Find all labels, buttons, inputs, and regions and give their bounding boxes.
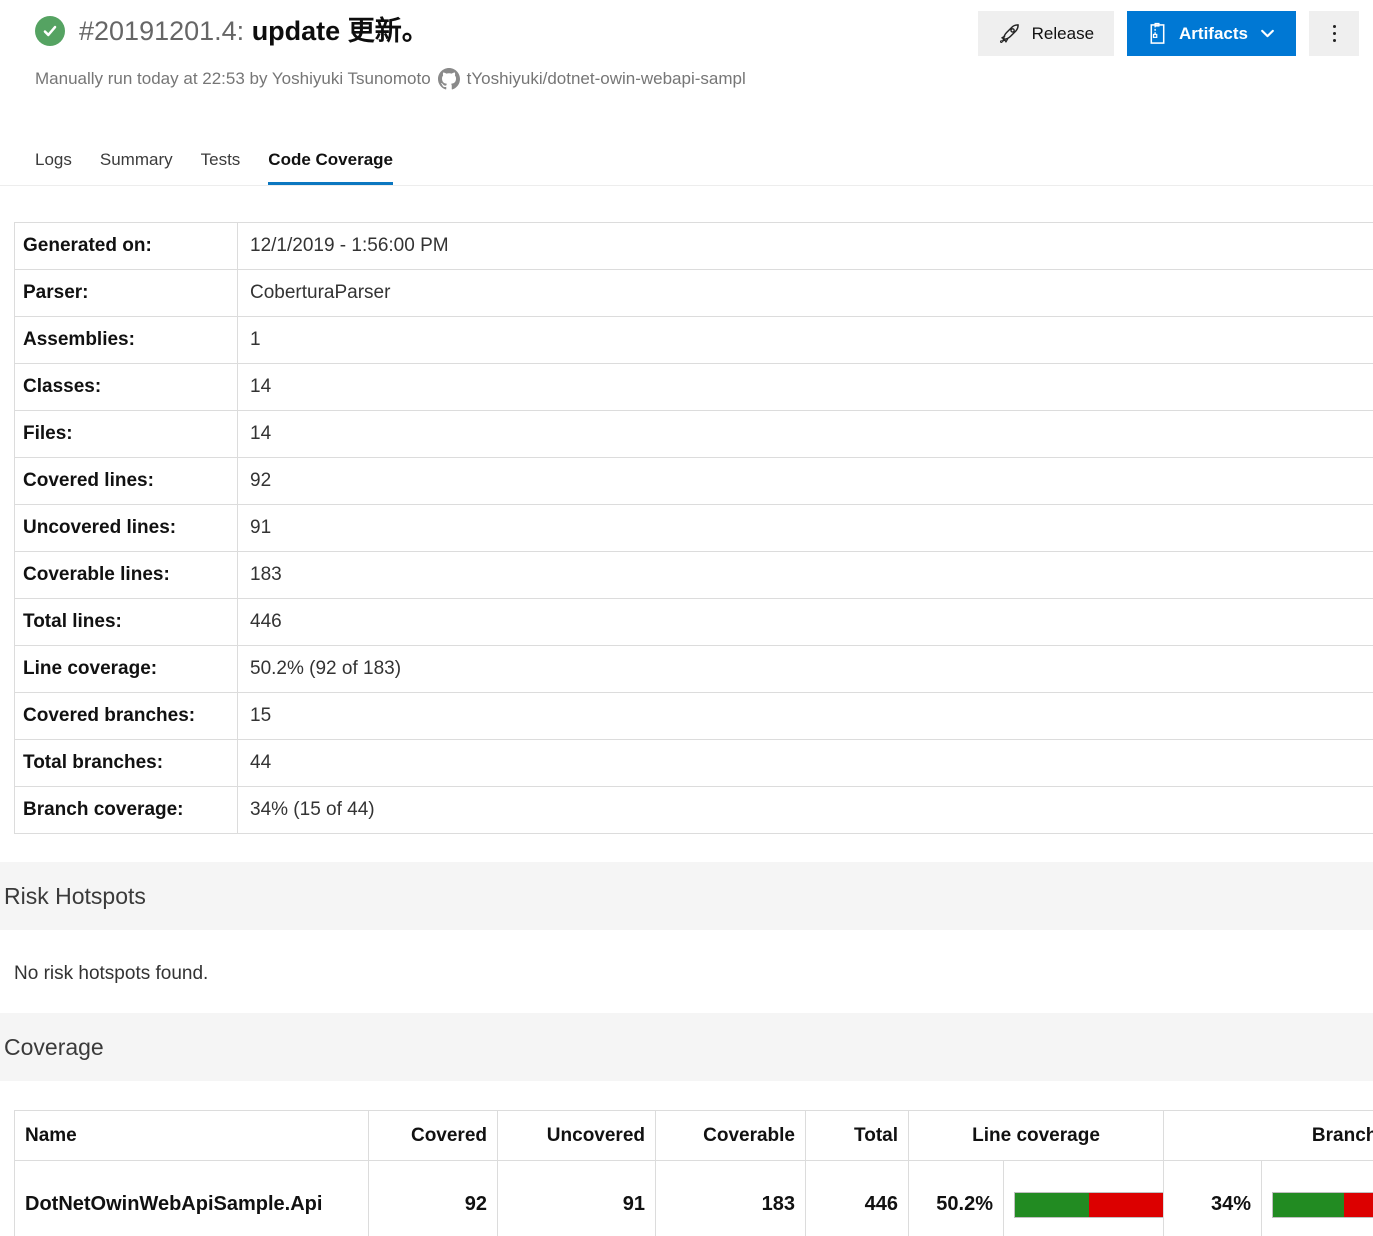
detail-label: Uncovered lines: [14,504,238,552]
table-row: Files: 14 [14,410,1373,458]
detail-value: 183 [237,551,1373,599]
detail-label: Assemblies: [14,316,238,364]
build-tabs: Logs Summary Tests Code Coverage [0,144,1373,186]
detail-value: 44 [237,739,1373,787]
detail-label: Files: [14,410,238,458]
table-row: Coverable lines: 183 [14,551,1373,599]
detail-value: 92 [237,457,1373,505]
ellipsis-dot [1332,32,1336,35]
detail-label: Coverable lines: [14,551,238,599]
table-row: Covered lines: 92 [14,457,1373,505]
total-value: 446 [805,1160,909,1236]
check-icon [43,26,57,37]
branch-coverage-bar-fill [1273,1192,1344,1217]
coverage-table-header-row: Name Covered Uncovered Coverable Total L… [14,1110,1373,1161]
table-row: Covered branches: 15 [14,692,1373,740]
tab-summary[interactable]: Summary [100,144,173,185]
build-code-coverage-page: #20191201.4: update 更新。 Release Artifact… [0,0,1373,1236]
build-number: #20191201.4: [79,16,245,46]
run-info-text: Manually run today at 22:53 by Yoshiyuki… [35,69,431,88]
detail-value: 12/1/2019 - 1:56:00 PM [237,222,1373,270]
build-header: #20191201.4: update 更新。 Release Artifact… [0,0,1373,56]
ellipsis-dot [1332,39,1336,42]
repo-link[interactable]: tYoshiyuki/dotnet-owin-webapi-sampl [467,69,746,89]
release-button[interactable]: Release [977,11,1115,56]
coverage-section-header: Coverage [0,1013,1373,1081]
table-row: Total lines: 446 [14,598,1373,646]
detail-value: 14 [237,363,1373,411]
chevron-down-icon [1261,29,1274,38]
detail-value: 15 [237,692,1373,740]
table-row: Uncovered lines: 91 [14,504,1373,552]
tab-logs[interactable]: Logs [35,144,72,185]
line-coverage-bar-cell [1003,1160,1164,1236]
detail-label: Branch coverage: [14,786,238,834]
detail-value: CoberturaParser [237,269,1373,317]
column-header-total[interactable]: Total [805,1110,909,1161]
detail-label: Total branches: [14,739,238,787]
release-button-label: Release [1031,23,1095,43]
table-row: Line coverage: 50.2% (92 of 183) [14,645,1373,693]
assembly-name[interactable]: DotNetOwinWebApiSample.Api [14,1160,369,1236]
tab-code-coverage[interactable]: Code Coverage [268,144,393,185]
page-title: #20191201.4: update 更新。 [79,15,429,47]
detail-label: Covered lines: [14,457,238,505]
detail-label: Classes: [14,363,238,411]
zip-file-icon [1150,22,1165,44]
more-actions-button[interactable] [1309,11,1359,56]
detail-value: 14 [237,410,1373,458]
line-coverage-percent: 50.2% [908,1160,1004,1236]
detail-value: 1 [237,316,1373,364]
column-header-name[interactable]: Name [14,1110,369,1161]
detail-label: Parser: [14,269,238,317]
covered-value: 92 [368,1160,498,1236]
risk-hotspots-section-header: Risk Hotspots [0,862,1373,930]
column-header-covered[interactable]: Covered [368,1110,498,1161]
detail-label: Total lines: [14,598,238,646]
line-coverage-bar-fill [1015,1192,1090,1217]
detail-value: 446 [237,598,1373,646]
build-title-group: #20191201.4: update 更新。 [35,11,429,47]
no-risk-hotspots-message: No risk hotspots found. [14,963,209,984]
detail-label: Covered branches: [14,692,238,740]
run-info: Manually run today at 22:53 by Yoshiyuki… [35,68,1373,90]
ellipsis-dot [1332,25,1336,28]
table-row: Branch coverage: 34% (15 of 44) [14,786,1373,834]
coverage-title: Coverage [4,1033,104,1060]
table-row: Parser: CoberturaParser [14,269,1373,317]
rocket-icon [999,24,1019,43]
branch-coverage-bar [1272,1191,1373,1218]
coverage-assembly-row: DotNetOwinWebApiSample.Api 92 91 183 446… [14,1160,1373,1236]
column-header-coverable[interactable]: Coverable [655,1110,806,1161]
artifacts-button[interactable]: Artifacts [1127,11,1296,56]
branch-coverage-percent: 34% [1163,1160,1262,1236]
branch-coverage-bar-cell [1261,1160,1373,1236]
build-commit-message: update 更新。 [251,16,429,46]
risk-hotspots-title: Risk Hotspots [4,882,146,909]
line-coverage-bar [1014,1191,1164,1218]
header-actions: Release Artifacts [977,11,1359,56]
uncovered-value: 91 [497,1160,656,1236]
table-row: Generated on: 12/1/2019 - 1:56:00 PM [14,222,1373,270]
column-header-branch-coverage[interactable]: Branch coverage [1163,1110,1373,1161]
detail-value: 91 [237,504,1373,552]
detail-value: 34% (15 of 44) [237,786,1373,834]
tab-tests[interactable]: Tests [201,144,241,185]
column-header-uncovered[interactable]: Uncovered [497,1110,656,1161]
table-row: Classes: 14 [14,363,1373,411]
artifacts-button-label: Artifacts [1179,23,1248,43]
detail-label: Line coverage: [14,645,238,693]
detail-label: Generated on: [14,222,238,270]
column-header-line-coverage[interactable]: Line coverage [908,1110,1164,1161]
coverable-value: 183 [655,1160,806,1236]
detail-value: 50.2% (92 of 183) [237,645,1373,693]
table-row: Assemblies: 1 [14,316,1373,364]
coverage-summary-table: Generated on: 12/1/2019 - 1:56:00 PM Pars… [14,222,1373,834]
build-success-icon [35,16,65,47]
table-row: Total branches: 44 [14,739,1373,787]
coverage-detail-table: Name Covered Uncovered Coverable Total L… [14,1110,1373,1236]
github-icon [437,68,460,90]
